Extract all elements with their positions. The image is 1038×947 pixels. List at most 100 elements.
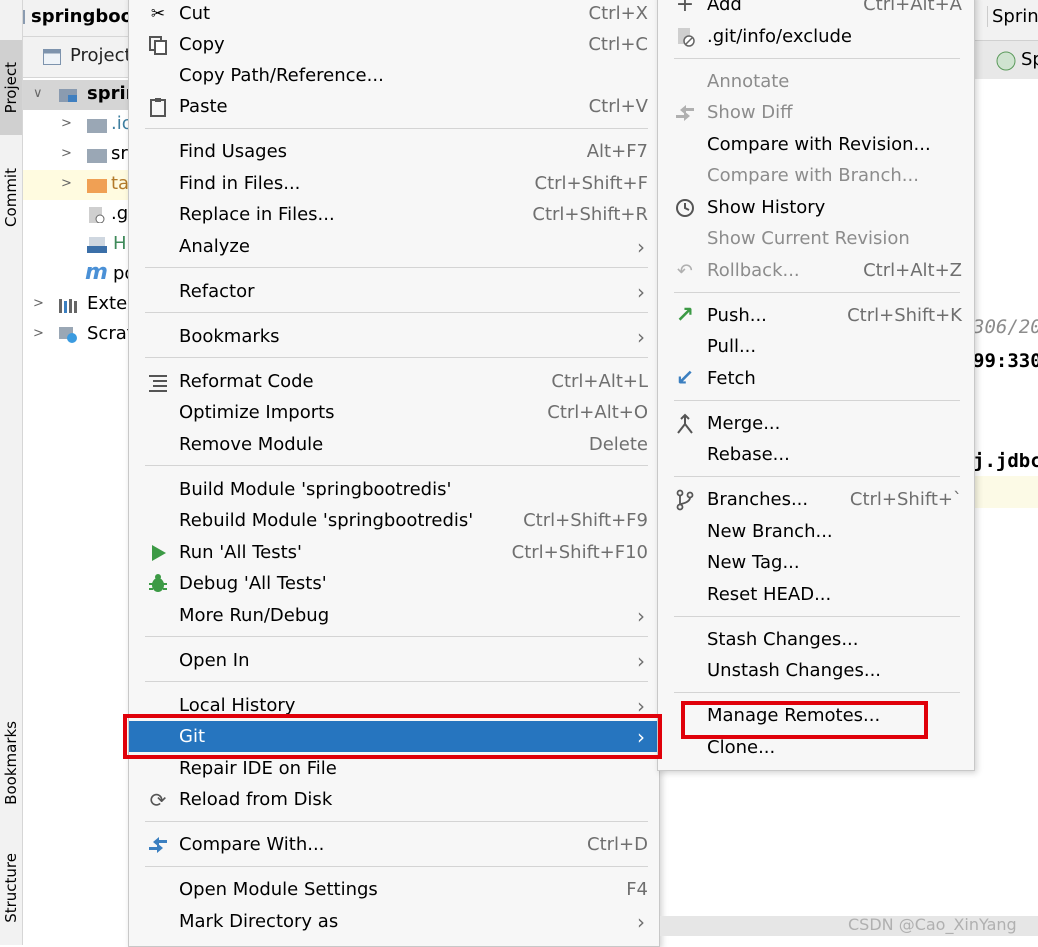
menu-separator — [145, 681, 648, 682]
tool-tab-commit[interactable]: Commit — [0, 150, 22, 245]
gitignore-file-icon — [678, 27, 695, 47]
menu-item-cut[interactable]: ✂ Cut Ctrl+X — [129, 0, 659, 29]
menu-item-shortcut: Ctrl+Shift+K — [847, 305, 962, 326]
caret-row-highlight — [975, 476, 1038, 508]
menu-item-rebuild-module[interactable]: Rebuild Module 'springbootredis' Ctrl+Sh… — [129, 505, 659, 536]
menu-item-label: Fetch — [707, 368, 756, 389]
menu-item-shortcut: Ctrl+X — [588, 3, 648, 24]
git-item-stash-changes[interactable]: Stash Changes... — [658, 624, 974, 655]
git-item-reset-head[interactable]: Reset HEAD... — [658, 579, 974, 610]
tool-tab-bookmarks[interactable]: Bookmarks — [0, 700, 22, 825]
git-item-manage-remotes[interactable]: Manage Remotes... — [658, 700, 974, 731]
tool-tab-bookmarks-label: Bookmarks — [2, 720, 20, 805]
editor-tab-second[interactable]: Sp — [1021, 49, 1038, 70]
rollback-icon: ↶ — [677, 259, 693, 282]
tree-row[interactable]: > sr — [23, 140, 135, 170]
git-item-fetch[interactable]: ↙ Fetch — [658, 363, 974, 394]
menu-item-paste[interactable]: Paste Ctrl+V — [129, 91, 659, 122]
menu-item-label: Rollback... — [707, 260, 800, 281]
menu-item-shortcut: Ctrl+D — [587, 834, 648, 855]
menu-item-label: More Run/Debug — [179, 605, 330, 626]
tree-row[interactable]: > ta — [23, 170, 135, 200]
orange-folder-icon — [87, 179, 107, 193]
menu-item-label: Pull... — [707, 336, 757, 357]
git-item-push[interactable]: ↗ Push... Ctrl+Shift+K — [658, 300, 974, 331]
menu-item-analyze[interactable]: Analyze › — [129, 231, 659, 262]
tree-row[interactable]: > .io — [23, 110, 135, 140]
menu-item-debug-all-tests[interactable]: Debug 'All Tests' — [129, 568, 659, 599]
tree-row[interactable]: > Scrat — [23, 320, 135, 350]
git-item-new-tag[interactable]: New Tag... — [658, 547, 974, 578]
menu-item-label: Remove Module — [179, 434, 324, 455]
menu-item-repair-ide[interactable]: Repair IDE on File — [129, 753, 659, 784]
git-item-merge[interactable]: Merge... — [658, 408, 974, 439]
menu-item-copy-path[interactable]: Copy Path/Reference... — [129, 60, 659, 91]
menu-separator — [145, 866, 648, 867]
chevron-right-icon: › — [637, 279, 645, 304]
git-item-rebase[interactable]: Rebase... — [658, 439, 974, 470]
menu-item-refactor[interactable]: Refactor › — [129, 276, 659, 307]
tree-row[interactable]: m po — [23, 260, 135, 290]
git-item-compare-with-branch[interactable]: Compare with Branch... — [658, 160, 974, 191]
chevron-right-icon: › — [637, 648, 645, 673]
menu-item-reformat-code[interactable]: Reformat Code Ctrl+Alt+L — [129, 366, 659, 397]
menu-item-remove-module[interactable]: Remove Module Delete — [129, 429, 659, 460]
menu-item-shortcut: Ctrl+Shift+R — [532, 204, 648, 225]
editor-tab-top[interactable]: Spring — [987, 6, 1038, 27]
git-item-show-diff[interactable]: Show Diff — [658, 97, 974, 128]
tree-row[interactable]: .g — [23, 200, 135, 230]
menu-item-shortcut: Ctrl+V — [588, 96, 648, 117]
git-item-clone[interactable]: Clone... — [658, 732, 974, 763]
menu-item-run-all-tests[interactable]: Run 'All Tests' Ctrl+Shift+F10 — [129, 537, 659, 568]
module-folder-icon — [59, 89, 77, 102]
scratches-icon — [59, 327, 77, 343]
menu-item-find-in-files[interactable]: Find in Files... Ctrl+Shift+F — [129, 168, 659, 199]
menu-item-open-module-settings[interactable]: Open Module Settings F4 — [129, 874, 659, 905]
chevron-right-icon[interactable]: > — [33, 296, 44, 311]
tool-tab-commit-label: Commit — [2, 168, 20, 227]
menu-item-more-run-debug[interactable]: More Run/Debug › — [129, 600, 659, 631]
menu-item-find-usages[interactable]: Find Usages Alt+F7 — [129, 136, 659, 167]
tool-tab-structure[interactable]: Structure — [0, 840, 22, 935]
menu-item-mark-directory-as[interactable]: Mark Directory as › — [129, 906, 659, 937]
git-item-unstash-changes[interactable]: Unstash Changes... — [658, 655, 974, 686]
git-item-new-branch[interactable]: New Branch... — [658, 516, 974, 547]
chevron-right-icon[interactable]: > — [61, 116, 72, 131]
git-item-show-current-revision[interactable]: Show Current Revision — [658, 223, 974, 254]
menu-item-git[interactable]: Git › — [129, 721, 659, 752]
menu-item-label: Reformat Code — [179, 371, 314, 392]
menu-item-reload-from-disk[interactable]: ⟳ Reload from Disk — [129, 784, 659, 815]
chevron-right-icon[interactable]: > — [33, 326, 44, 341]
menu-item-label: Show Diff — [707, 102, 793, 123]
reformat-icon — [149, 374, 167, 392]
chevron-right-icon[interactable]: > — [61, 146, 72, 161]
git-submenu: + Add Ctrl+Alt+A .git/info/exclude Annot… — [657, 0, 975, 771]
git-item-add[interactable]: + Add Ctrl+Alt+A — [658, 0, 974, 20]
tree-row[interactable]: > Exter — [23, 290, 135, 320]
chevron-right-icon[interactable]: > — [61, 176, 72, 191]
menu-item-optimize-imports[interactable]: Optimize Imports Ctrl+Alt+O — [129, 397, 659, 428]
code-line: 99:330 — [975, 350, 1038, 372]
project-view-header[interactable]: Project — [23, 37, 135, 78]
menu-item-copy[interactable]: Copy Ctrl+C — [129, 29, 659, 60]
menu-item-label: Open In — [179, 650, 250, 671]
git-item-branches[interactable]: Branches... Ctrl+Shift+` — [658, 484, 974, 515]
menu-item-open-in[interactable]: Open In › — [129, 645, 659, 676]
tree-row-root[interactable]: ∨ sprin — [23, 80, 135, 110]
menu-item-replace-in-files[interactable]: Replace in Files... Ctrl+Shift+R — [129, 199, 659, 230]
tree-row[interactable]: H — [23, 230, 135, 260]
tool-tab-project[interactable]: Project — [0, 40, 22, 135]
chevron-down-icon[interactable]: ∨ — [33, 86, 43, 101]
menu-item-shortcut: Ctrl+Shift+` — [849, 489, 962, 510]
menu-item-label: Merge... — [707, 413, 781, 434]
git-item-exclude[interactable]: .git/info/exclude — [658, 21, 974, 52]
git-item-annotate[interactable]: Annotate — [658, 66, 974, 97]
git-item-show-history[interactable]: Show History — [658, 192, 974, 223]
menu-item-local-history[interactable]: Local History › — [129, 690, 659, 721]
menu-item-bookmarks[interactable]: Bookmarks › — [129, 321, 659, 352]
git-item-compare-with-revision[interactable]: Compare with Revision... — [658, 129, 974, 160]
git-item-rollback[interactable]: ↶ Rollback... Ctrl+Alt+Z — [658, 255, 974, 286]
menu-item-compare-with[interactable]: Compare With... Ctrl+D — [129, 829, 659, 860]
git-item-pull[interactable]: Pull... — [658, 331, 974, 362]
menu-item-build-module[interactable]: Build Module 'springbootredis' — [129, 474, 659, 505]
